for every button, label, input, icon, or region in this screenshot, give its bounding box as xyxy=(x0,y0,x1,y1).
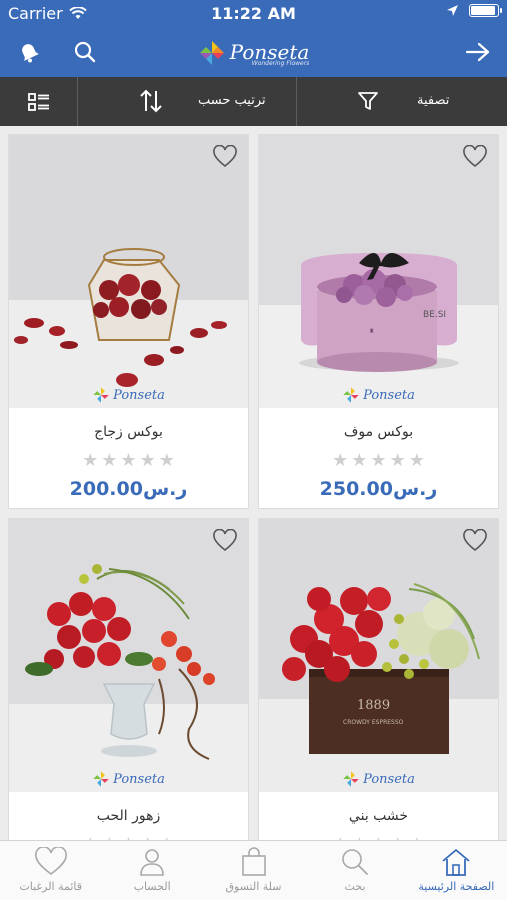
photo-watermark: Ponseta xyxy=(9,386,248,404)
product-info: بوكس زجاج ★ ★ ★ ★ ★ 200.00ر.س xyxy=(9,408,248,508)
photo-watermark: Ponseta xyxy=(9,770,248,788)
battery-icon xyxy=(469,4,502,17)
product-image[interactable]: Ponseta xyxy=(9,135,248,408)
product-name: خشب بني xyxy=(348,808,409,824)
filter-sort-toolbar: ترتيب حسب تصفية xyxy=(0,77,507,126)
photo-watermark: Ponseta xyxy=(259,386,498,404)
layout-toggle-button[interactable] xyxy=(0,77,77,126)
tab-home[interactable]: الصفحة الرئيسية xyxy=(406,841,507,900)
product-card[interactable]: 1889 CROWDY ESPRESSO Ponseta خشب بني xyxy=(258,518,499,840)
svg-text:♜: ♜ xyxy=(369,328,374,335)
price-amount: 250.00 xyxy=(319,478,393,500)
header: Carrier 11:22 AM Ponseta Wondering Flowe… xyxy=(0,0,507,77)
love-flowers-bouquet-image xyxy=(9,519,248,792)
tab-cart[interactable]: سلة التسوق xyxy=(203,841,304,900)
pinwheel-logo-icon xyxy=(93,771,109,787)
sort-arrows-icon xyxy=(140,89,162,113)
star-icon: ★ xyxy=(158,450,175,471)
star-icon: ★ xyxy=(389,450,406,471)
watermark-text: Ponseta xyxy=(113,387,165,403)
user-icon xyxy=(140,849,164,876)
glass-box-bouquet-image xyxy=(9,135,248,408)
product-image[interactable]: Ponseta xyxy=(9,519,248,792)
navbar: Ponseta Wondering Flowers xyxy=(0,28,507,77)
tab-label: الصفحة الرئيسية xyxy=(418,880,495,893)
pinwheel-logo-icon xyxy=(93,387,109,403)
product-card[interactable]: Ponseta بوكس زجاج ★ ★ ★ ★ ★ 200.00ر.س xyxy=(8,134,249,509)
product-price: 250.00ر.س xyxy=(259,478,498,500)
svg-text:CROWDY ESPRESSO: CROWDY ESPRESSO xyxy=(343,719,404,726)
wishlist-heart-icon[interactable] xyxy=(212,145,238,169)
list-layout-icon xyxy=(27,92,49,111)
pinwheel-logo-icon xyxy=(343,771,359,787)
star-icon: ★ xyxy=(120,450,137,471)
filter-funnel-icon xyxy=(358,92,378,110)
heart-icon xyxy=(34,847,67,876)
product-grid: BE.SI ♜ Ponseta بوكس موف ★ ★ ★ ★ ★ 250.0… xyxy=(0,126,507,840)
brand-logo: Ponseta Wondering Flowers xyxy=(0,34,507,72)
watermark-text: Ponseta xyxy=(363,387,415,403)
star-icon: ★ xyxy=(101,450,118,471)
search-icon xyxy=(342,849,368,875)
home-icon xyxy=(442,849,470,876)
location-arrow-icon xyxy=(447,5,458,16)
back-button[interactable] xyxy=(461,35,495,69)
pinwheel-logo-icon xyxy=(199,41,224,65)
filter-label: تصفية xyxy=(417,93,450,108)
product-card[interactable]: Ponseta زهور الحب ★★★★★ xyxy=(8,518,249,840)
price-currency: ر.س xyxy=(142,478,188,500)
filter-button[interactable]: تصفية xyxy=(296,77,507,126)
tab-wishlist[interactable]: قائمة الرغبات xyxy=(0,841,101,900)
product-name: بوكس موف xyxy=(343,424,414,440)
wooden-chest-bouquet-image: 1889 CROWDY ESPRESSO xyxy=(259,519,498,792)
shopping-bag-icon xyxy=(241,847,266,876)
sort-button[interactable]: ترتيب حسب xyxy=(77,77,296,126)
product-card[interactable]: BE.SI ♜ Ponseta بوكس موف ★ ★ ★ ★ ★ 250.0… xyxy=(258,134,499,509)
product-info: بوكس موف ★ ★ ★ ★ ★ 250.00ر.س xyxy=(259,408,498,508)
brand-wordmark: Ponseta Wondering Flowers xyxy=(230,40,310,67)
status-bar: Carrier 11:22 AM xyxy=(0,0,507,28)
tab-label: قائمة الرغبات xyxy=(19,880,83,893)
mauve-box-bouquet-image: BE.SI ♜ xyxy=(259,135,498,408)
star-icon: ★ xyxy=(332,450,349,471)
wishlist-heart-icon[interactable] xyxy=(462,145,488,169)
rating-stars: ★★★★★ xyxy=(259,452,498,470)
price-currency: ر.س xyxy=(392,478,438,500)
svg-text:BE.SI: BE.SI xyxy=(423,310,446,320)
star-icon: ★ xyxy=(139,450,156,471)
star-icon: ★ xyxy=(408,450,425,471)
price-amount: 200.00 xyxy=(69,478,143,500)
arrow-right-icon xyxy=(465,42,490,62)
product-price: 200.00ر.س xyxy=(9,478,248,500)
product-info: زهور الحب ★★★★★ xyxy=(9,792,248,840)
photo-watermark: Ponseta xyxy=(259,770,498,788)
product-image[interactable]: BE.SI ♜ Ponseta xyxy=(259,135,498,408)
star-icon: ★ xyxy=(82,450,99,471)
wishlist-heart-icon[interactable] xyxy=(462,529,488,553)
star-icon: ★ xyxy=(370,450,387,471)
product-name: زهور الحب xyxy=(96,808,161,824)
tab-account[interactable]: الحساب xyxy=(101,841,202,900)
watermark-text: Ponseta xyxy=(363,771,415,787)
star-icon: ★ xyxy=(351,450,368,471)
bottom-tab-bar: قائمة الرغبات الحساب سلة التسوق بحث الصف… xyxy=(0,840,507,900)
svg-text:1889: 1889 xyxy=(357,698,390,713)
watermark-text: Ponseta xyxy=(113,771,165,787)
product-name: بوكس زجاج xyxy=(94,424,163,440)
app: Carrier 11:22 AM Ponseta Wondering Flowe… xyxy=(0,0,507,900)
tab-label: الحساب xyxy=(133,880,171,893)
pinwheel-logo-icon xyxy=(343,387,359,403)
product-info: خشب بني ★★★★★ xyxy=(259,792,498,840)
status-right xyxy=(446,4,502,17)
tab-label: بحث xyxy=(344,880,366,893)
clock: 11:22 AM xyxy=(211,4,296,23)
wishlist-heart-icon[interactable] xyxy=(212,529,238,553)
tab-search[interactable]: بحث xyxy=(304,841,405,900)
product-image[interactable]: 1889 CROWDY ESPRESSO Ponseta xyxy=(259,519,498,792)
rating-stars: ★★★★★ xyxy=(9,452,248,470)
sort-label: ترتيب حسب xyxy=(198,93,266,108)
tab-label: سلة التسوق xyxy=(225,880,282,893)
